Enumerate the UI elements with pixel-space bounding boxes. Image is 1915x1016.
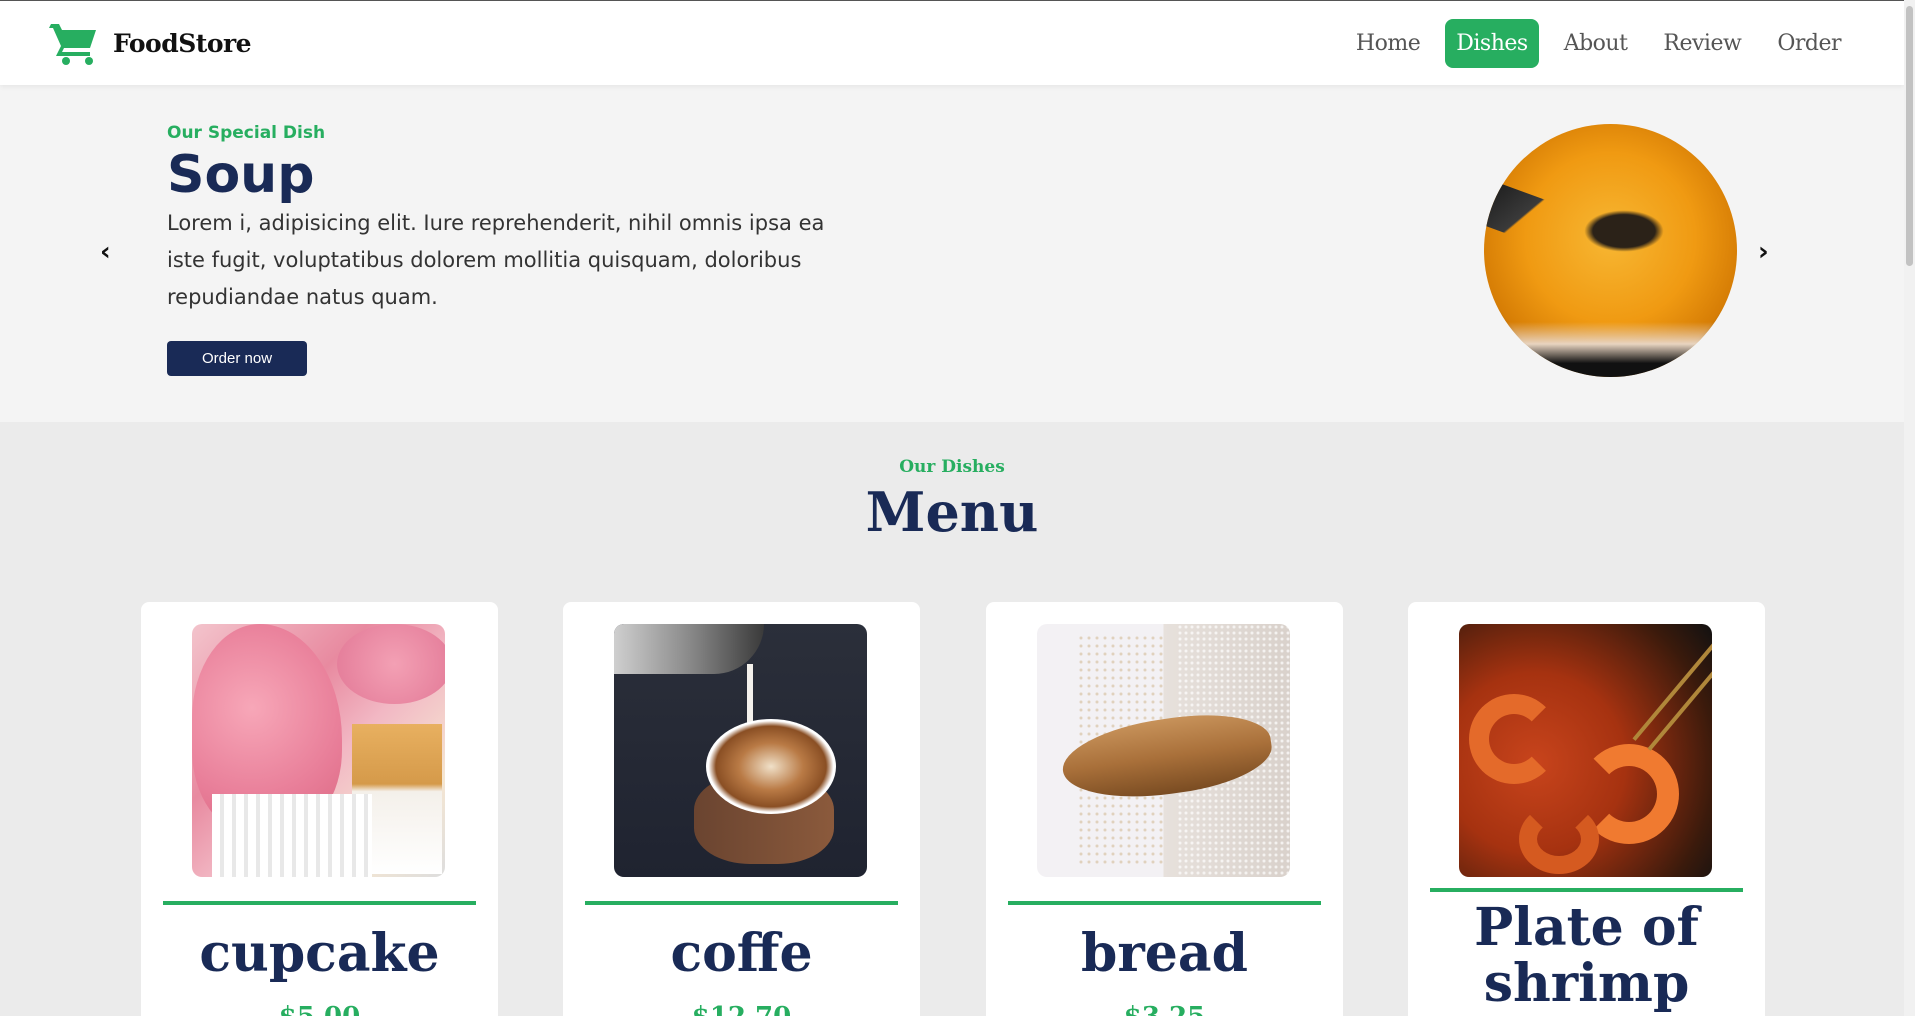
nav-about[interactable]: About	[1553, 19, 1639, 68]
shrimp-image	[1459, 624, 1712, 877]
nav-home[interactable]: Home	[1345, 19, 1431, 68]
menu-title: Menu	[865, 480, 1039, 544]
coffee-image	[614, 624, 867, 877]
brand-name: FoodStore	[113, 28, 252, 58]
dish-price: $5.00	[141, 1002, 498, 1016]
chevron-right-icon[interactable]: ›	[1758, 237, 1769, 267]
page-scrollbar[interactable]	[1904, 0, 1915, 1016]
nav-dishes[interactable]: Dishes	[1445, 18, 1539, 68]
menu-subtitle: Our Dishes	[899, 457, 1005, 477]
hero-title: Soup	[167, 145, 315, 205]
site-header: FoodStore Home Dishes About Review Order	[0, 0, 1904, 85]
order-now-button[interactable]: Order now	[167, 341, 308, 376]
hero-content: Our Special Dish Soup Lorem i, adipisici…	[167, 123, 847, 376]
dish-card-shrimp[interactable]: Plate of shrimp	[1408, 602, 1765, 1016]
page: FoodStore Home Dishes About Review Order…	[0, 0, 1915, 1016]
hero-subtitle: Our Special Dish	[167, 123, 326, 143]
dish-name: coffe	[670, 923, 813, 984]
dish-price: $12.70	[563, 1002, 920, 1016]
dish-card-cupcake[interactable]: cupcake $5.00	[141, 602, 498, 1016]
card-divider	[1430, 888, 1743, 892]
shopping-cart-icon	[49, 24, 96, 65]
hero-description: Lorem i, adipisicing elit. Iure reprehen…	[167, 211, 825, 309]
scrollbar-thumb[interactable]	[1906, 6, 1913, 266]
main-nav: Home Dishes About Review Order	[1345, 18, 1852, 68]
hero-slider: ‹ Our Special Dish Soup Lorem i, adipisi…	[0, 85, 1904, 422]
dish-name: Plate of shrimp	[1474, 897, 1699, 1014]
dish-card-coffe[interactable]: coffe $12.70	[563, 602, 920, 1016]
dish-name: bread	[1081, 923, 1248, 984]
card-divider	[163, 901, 476, 905]
cupcake-image	[192, 624, 445, 877]
card-divider	[1008, 901, 1321, 905]
dish-card-bread[interactable]: bread $3.25	[986, 602, 1343, 1016]
bread-image	[1037, 624, 1290, 877]
card-divider	[585, 901, 898, 905]
nav-order[interactable]: Order	[1766, 19, 1852, 68]
nav-review[interactable]: Review	[1652, 19, 1752, 68]
dish-price: $3.25	[986, 1002, 1343, 1016]
brand[interactable]: FoodStore	[49, 20, 252, 66]
soup-image	[1484, 124, 1737, 377]
dish-name: cupcake	[199, 923, 440, 984]
chevron-left-icon[interactable]: ‹	[100, 237, 111, 267]
